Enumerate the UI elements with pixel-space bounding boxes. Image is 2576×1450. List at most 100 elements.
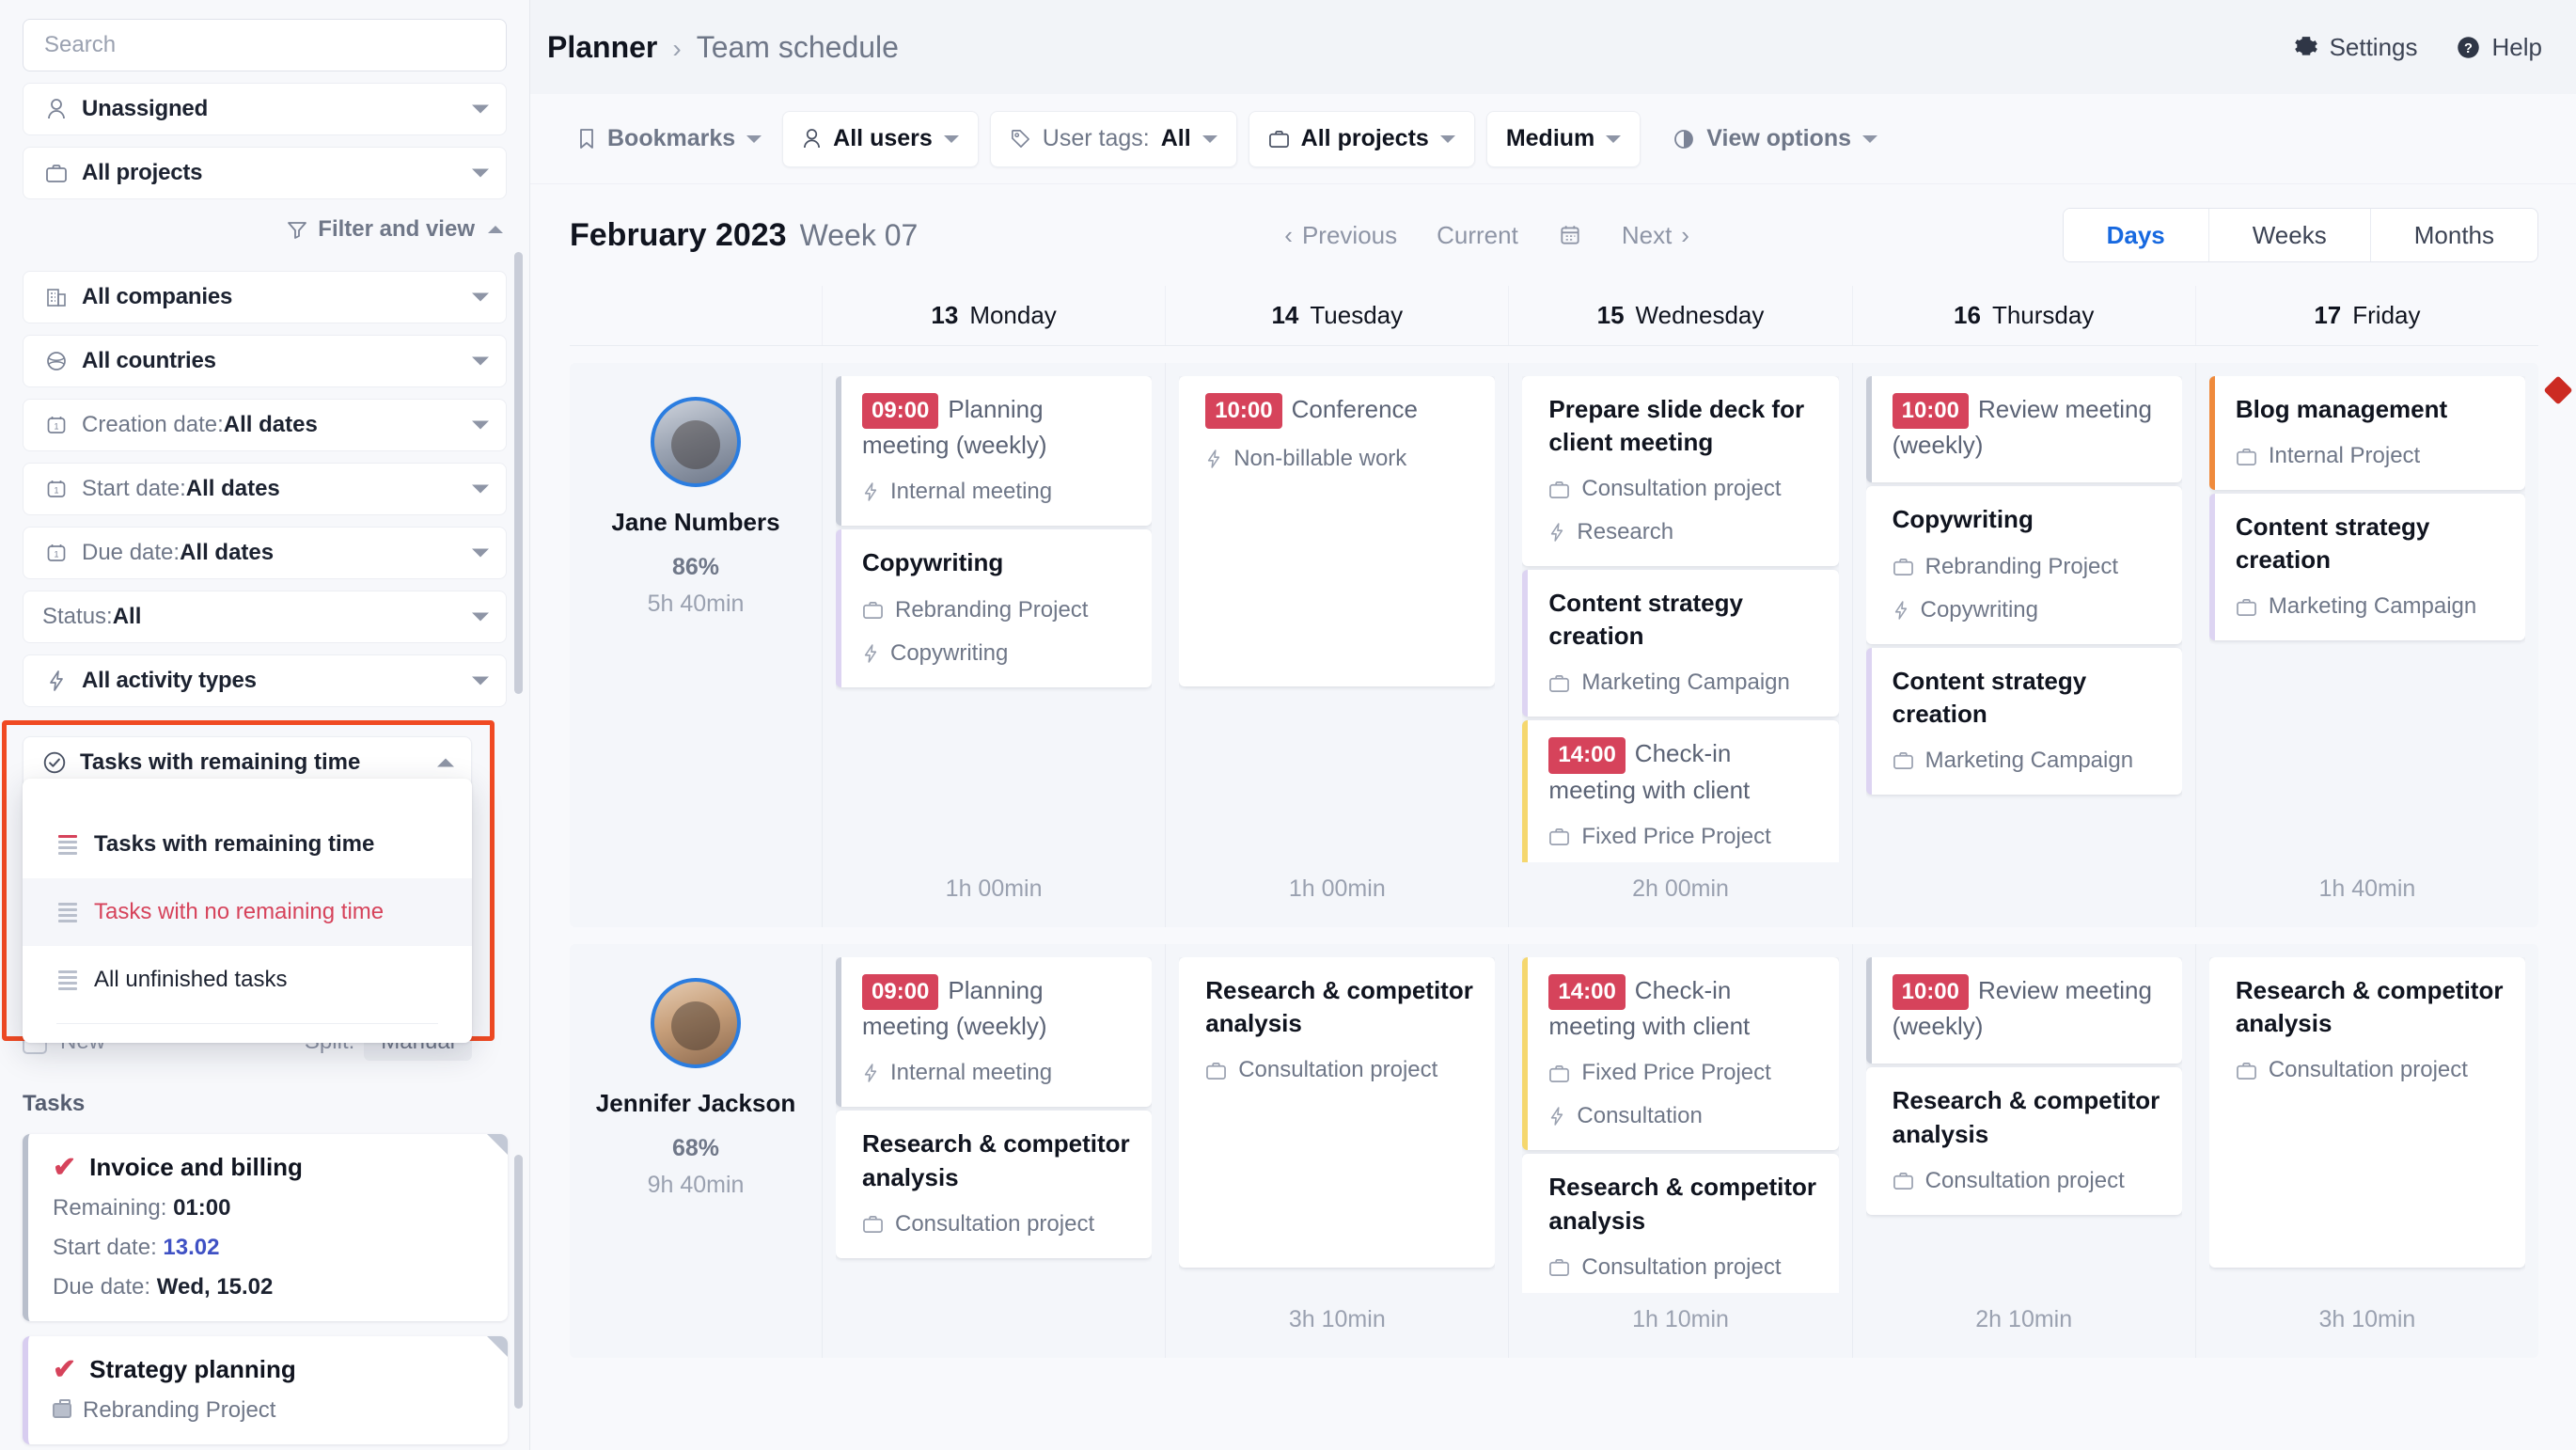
sidebar-filter-all-countries[interactable]: All countries xyxy=(23,335,507,387)
drag-corner-icon[interactable] xyxy=(487,1336,508,1357)
tab-weeks[interactable]: Weeks xyxy=(2207,209,2370,261)
toolbar-density-button[interactable]: Medium xyxy=(1485,110,1641,167)
search-placeholder: Search xyxy=(44,32,117,57)
day-total xyxy=(1866,890,2182,927)
toolbar-all-projects-button[interactable]: All projects xyxy=(1248,110,1475,167)
day-column[interactable]: Blog management Internal Project Content s… xyxy=(2194,363,2538,927)
drag-corner-icon[interactable] xyxy=(487,1134,508,1155)
schedule-card[interactable]: Prepare slide deck for client meeting Con… xyxy=(1522,376,1839,567)
chevron-down-icon[interactable] xyxy=(472,104,489,114)
calendar-icon: 1 xyxy=(42,542,71,564)
toolbar-user-tags-button[interactable]: User tags: All xyxy=(989,110,1237,167)
task-card-invoice-and-billing[interactable]: ✔ Invoice and billing Remaining: 01:00 S… xyxy=(23,1134,508,1321)
filter-and-view-toggle[interactable]: Filter and view xyxy=(23,199,507,260)
card-meta-row: Consultation project xyxy=(1548,476,1819,502)
calendar-picker-icon[interactable] xyxy=(1558,223,1582,247)
schedule-card[interactable]: Content strategy creation Marketing Campa… xyxy=(1865,647,2182,795)
tab-months[interactable]: Months xyxy=(2369,209,2537,261)
sidebar-scrollbar-tasks[interactable] xyxy=(514,1155,523,1409)
avatar[interactable] xyxy=(651,978,741,1068)
day-column-cards: 10:00 Review meeting (weekly) Research & c… xyxy=(1865,957,2182,1293)
briefcase-icon xyxy=(53,1399,71,1418)
schedule-card[interactable]: 10:00 Review meeting (weekly) xyxy=(1865,957,2182,1064)
sidebar-filter-status[interactable]: Status: All xyxy=(23,591,507,643)
next-button[interactable]: Next › xyxy=(1622,221,1689,250)
schedule-card[interactable]: Research & competitor analysis Consultati… xyxy=(1522,1154,1839,1293)
schedule-card[interactable]: Copywriting Rebranding Project Copywriting xyxy=(1865,486,2182,644)
day-number: 16 xyxy=(1954,301,1981,329)
schedule-card[interactable]: 14:00 Check-in meeting with client Fixed P… xyxy=(1522,720,1839,862)
task-card-strategy-planning[interactable]: ✔ Strategy planning Rebranding Project xyxy=(23,1336,508,1444)
schedule-card[interactable]: Research & competitor analysis Consultati… xyxy=(836,1111,1153,1258)
schedule-card[interactable]: Blog management Internal Project xyxy=(2208,376,2526,491)
chevron-down-icon[interactable] xyxy=(472,168,489,178)
schedule-card[interactable]: 10:00 Review meeting (weekly) xyxy=(1865,376,2182,483)
chevron-up-icon[interactable] xyxy=(437,758,454,767)
card-title: 14:00 Check-in meeting with client xyxy=(1548,737,1819,806)
toolbar-all-users-button[interactable]: All users xyxy=(782,110,979,167)
schedule-card[interactable]: 09:00 Planning meeting (weekly) Internal m… xyxy=(836,376,1153,527)
schedule-card[interactable]: Research & competitor analysis Consultati… xyxy=(2208,957,2526,1268)
sidebar-scrollbar-filters[interactable] xyxy=(514,252,523,694)
chevron-down-icon[interactable] xyxy=(472,612,489,622)
tab-days[interactable]: Days xyxy=(2063,209,2208,261)
day-column[interactable]: Research & competitor analysis Consultati… xyxy=(1165,944,1508,1358)
day-column[interactable]: 10:00 Review meeting (weekly) Research & c… xyxy=(1851,944,2195,1358)
day-column-cards: 09:00 Planning meeting (weekly) Internal m… xyxy=(836,376,1153,862)
chevron-down-icon[interactable] xyxy=(472,676,489,686)
settings-button[interactable]: Settings xyxy=(2294,33,2418,62)
dropdown-option-all-unfinished-tasks[interactable]: All unfinished tasks xyxy=(23,946,472,1014)
dropdown-option-tasks-with-remaining-time[interactable]: Tasks with remaining time xyxy=(23,811,472,878)
schedule-card[interactable]: 09:00 Planning meeting (weekly) Internal m… xyxy=(836,957,1153,1108)
schedule-card[interactable]: 10:00 Conference Non-billable work xyxy=(1179,376,1496,686)
breadcrumb-root[interactable]: Planner xyxy=(547,30,657,65)
list-bars-icon xyxy=(58,834,77,855)
day-column[interactable]: Research & competitor analysis Consultati… xyxy=(2194,944,2538,1358)
card-meta-row: Internal meeting xyxy=(862,479,1133,505)
schedule-card[interactable]: Research & competitor analysis Consultati… xyxy=(1179,957,1496,1268)
chevron-down-icon[interactable] xyxy=(472,420,489,430)
briefcase-icon xyxy=(1205,1061,1227,1080)
view-options-button[interactable]: View options xyxy=(1652,111,1898,167)
search-input[interactable]: Search xyxy=(23,19,507,71)
day-number: 14 xyxy=(1271,301,1299,329)
day-column[interactable]: 10:00 Review meeting (weekly) Copywriting R… xyxy=(1851,363,2195,927)
day-column[interactable]: 09:00 Planning meeting (weekly) Internal m… xyxy=(822,944,1165,1358)
schedule-card[interactable]: Content strategy creation Marketing Campa… xyxy=(2208,494,2526,641)
schedule-card[interactable]: Content strategy creation Marketing Campa… xyxy=(1522,570,1839,717)
chevron-down-icon[interactable] xyxy=(472,292,489,302)
briefcase-icon xyxy=(1893,750,1914,770)
help-button[interactable]: ? Help xyxy=(2456,33,2542,62)
day-column[interactable]: Prepare slide deck for client meeting Con… xyxy=(1508,363,1851,927)
sidebar-filter-activity-types[interactable]: All activity types xyxy=(23,654,507,707)
sidebar-filter-unassigned[interactable]: Unassigned xyxy=(23,83,507,135)
briefcase-icon xyxy=(862,1214,884,1234)
briefcase-icon xyxy=(2236,597,2257,617)
avatar[interactable] xyxy=(651,397,741,487)
day-column[interactable]: 10:00 Conference Non-billable work 1h 00min xyxy=(1165,363,1508,927)
sidebar-filter-start-date[interactable]: 1 Start date: All dates xyxy=(23,463,507,515)
day-column-cards: Research & competitor analysis Consultati… xyxy=(2208,957,2526,1293)
card-meta-text: Copywriting xyxy=(1920,596,2038,623)
schedule-card[interactable]: Research & competitor analysis Consultati… xyxy=(1865,1067,2182,1215)
sidebar-filter-all-projects[interactable]: All projects xyxy=(23,147,507,199)
sidebar-filter-creation-date[interactable]: 1 Creation date: All dates xyxy=(23,399,507,451)
dropdown-option-tasks-with-no-remaining-time[interactable]: Tasks with no remaining time xyxy=(23,878,472,946)
bookmarks-button[interactable]: Bookmarks xyxy=(557,111,782,167)
sidebar-filter-all-companies[interactable]: All companies xyxy=(23,271,507,323)
sidebar-filter-due-date[interactable]: 1 Due date: All dates xyxy=(23,527,507,579)
current-button[interactable]: Current xyxy=(1437,221,1518,250)
previous-button[interactable]: ‹ Previous xyxy=(1284,221,1397,250)
toolbar-button-label: All projects xyxy=(1300,125,1429,151)
tasks-remaining-time-dropdown-menu: Tasks with remaining time Tasks with no … xyxy=(23,779,472,1043)
day-column-cards: Blog management Internal Project Content s… xyxy=(2208,376,2526,862)
chevron-down-icon[interactable] xyxy=(472,548,489,558)
day-column[interactable]: 14:00 Check-in meeting with client Fixed P… xyxy=(1508,944,1851,1358)
card-title-text: Content strategy creation xyxy=(1892,666,2087,728)
card-title: Prepare slide deck for client meeting xyxy=(1548,393,1819,459)
schedule-card[interactable]: 14:00 Check-in meeting with client Fixed P… xyxy=(1522,957,1839,1151)
chevron-down-icon[interactable] xyxy=(472,484,489,494)
chevron-down-icon[interactable] xyxy=(472,356,489,366)
day-column[interactable]: 09:00 Planning meeting (weekly) Internal m… xyxy=(822,363,1165,927)
schedule-card[interactable]: Copywriting Rebranding Project Copywriting xyxy=(836,529,1153,687)
